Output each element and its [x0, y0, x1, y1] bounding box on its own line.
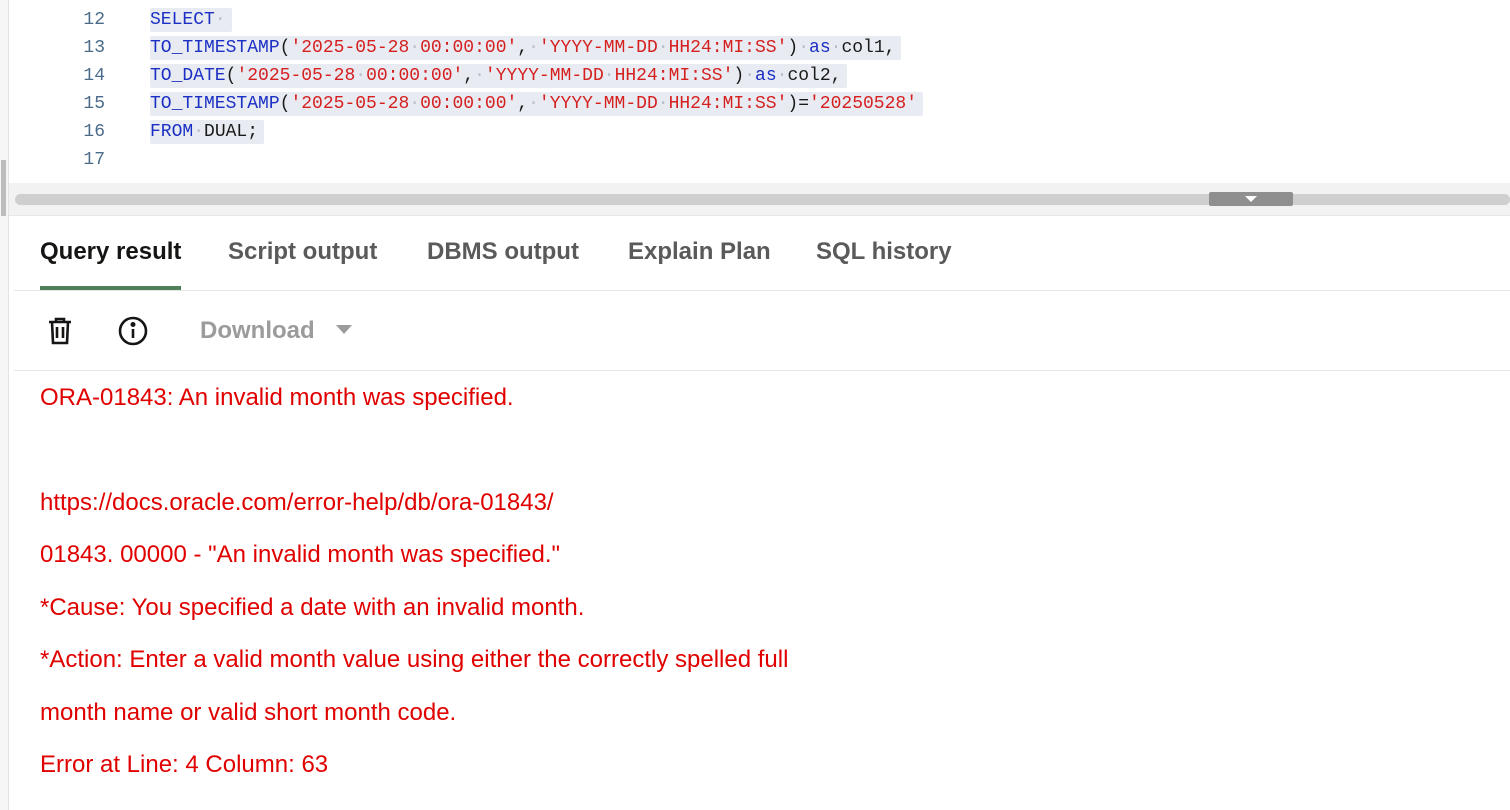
code-token: , — [463, 66, 475, 86]
code-token: HH24:MI:SS' — [614, 66, 734, 86]
code-token: TO_DATE — [150, 66, 226, 86]
error-code-line: 01843. 00000 - "An invalid month was spe… — [40, 541, 561, 568]
line-number: 12 — [83, 10, 105, 30]
code-token: )= — [787, 94, 809, 114]
caret-down-icon[interactable] — [336, 325, 352, 334]
line-code[interactable]: TO_TIMESTAMP('2025-05-28·00:00:00',·'YYY… — [150, 92, 924, 116]
code-line[interactable]: 13 TO_TIMESTAMP('2025-05-28·00:00:00',·'Y… — [9, 34, 1510, 62]
code-line[interactable]: 14 TO_DATE('2025-05-28·00:00:00',·'YYYY-M… — [9, 62, 1510, 90]
line-number: 16 — [83, 122, 105, 142]
error-help-link[interactable]: https://docs.oracle.com/error-help/db/or… — [40, 487, 554, 519]
code-token: ) — [733, 66, 745, 86]
code-token: as — [809, 38, 831, 58]
code-token: SELECT — [150, 10, 215, 30]
code-token: 00:00:00' — [366, 66, 464, 86]
code-token: col1, — [841, 38, 896, 58]
whitespace-marker: · — [657, 94, 669, 114]
code-token: , — [517, 94, 529, 114]
line-code[interactable] — [150, 148, 156, 172]
code-token: HH24:MI:SS' — [668, 94, 788, 114]
line-number: 13 — [83, 38, 105, 58]
line-code[interactable]: TO_TIMESTAMP('2025-05-28·00:00:00',·'YYY… — [150, 36, 902, 60]
whitespace-marker: · — [193, 122, 205, 142]
code-token: col2, — [787, 66, 842, 86]
whitespace-marker: · — [528, 38, 539, 58]
trash-icon[interactable] — [44, 315, 76, 347]
editor-horizontal-scrollbar[interactable] — [9, 183, 1510, 216]
whitespace-marker: · — [409, 94, 421, 114]
whitespace-marker: · — [355, 66, 367, 86]
whitespace-marker: · — [603, 66, 615, 86]
info-icon[interactable] — [117, 315, 149, 347]
line-number: 15 — [83, 94, 105, 114]
line-code[interactable]: SELECT· — [150, 8, 232, 32]
code-token: HH24:MI:SS' — [668, 38, 788, 58]
result-tabs: Query result Script output DBMS output E… — [14, 216, 1510, 291]
error-action: *Action: Enter a valid month value using… — [40, 646, 789, 673]
error-action-continued: month name or valid short month code. — [40, 699, 457, 726]
whitespace-marker: · — [744, 66, 756, 86]
line-number: 14 — [83, 66, 105, 86]
code-token: 'YYYY-MM-DD — [484, 66, 604, 86]
left-panel-strip — [0, 0, 9, 810]
line-code[interactable]: TO_DATE('2025-05-28·00:00:00',·'YYYY-MM-… — [150, 64, 848, 88]
sql-worksheet-window: 12 SELECT· 13 TO_TIMESTAMP('2025-05-28·00:0… — [0, 0, 1510, 810]
whitespace-marker: · — [830, 38, 842, 58]
code-token: '20250528' — [809, 94, 918, 114]
code-token: DUAL; — [204, 122, 259, 142]
whitespace-marker: · — [528, 94, 539, 114]
tab-script-output[interactable]: Script output — [228, 216, 377, 288]
tab-query-result[interactable]: Query result — [40, 216, 182, 290]
error-cause: *Cause: You specified a date with an inv… — [40, 594, 585, 621]
code-editor[interactable]: 12 SELECT· 13 TO_TIMESTAMP('2025-05-28·00:0… — [9, 0, 1510, 183]
code-token: as — [755, 66, 777, 86]
code-line[interactable]: 17 — [9, 146, 1510, 174]
code-token: TO_TIMESTAMP — [150, 38, 280, 58]
download-button[interactable]: Download — [200, 315, 315, 347]
chevron-down-icon — [1245, 196, 1257, 202]
error-position: Error at Line: 4 Column: 63 — [40, 751, 329, 778]
code-token: ( — [225, 66, 237, 86]
collapse-splitter-handle[interactable] — [1209, 192, 1293, 206]
whitespace-marker: · — [657, 38, 669, 58]
whitespace-marker: · — [214, 10, 226, 30]
code-token: ( — [279, 38, 291, 58]
tab-dbms-output[interactable]: DBMS output — [427, 216, 579, 288]
code-line[interactable]: 12 SELECT· — [9, 6, 1510, 34]
whitespace-marker: · — [474, 66, 485, 86]
code-token: 'YYYY-MM-DD — [538, 38, 658, 58]
code-token: 00:00:00' — [420, 38, 518, 58]
code-line[interactable]: 16 FROM·DUAL; — [9, 118, 1510, 146]
line-number: 17 — [83, 150, 105, 170]
code-token: 'YYYY-MM-DD — [538, 94, 658, 114]
code-token: 00:00:00' — [420, 94, 518, 114]
code-token: '2025-05-28 — [236, 66, 356, 86]
whitespace-marker: · — [798, 38, 810, 58]
whitespace-marker: · — [409, 38, 421, 58]
tab-explain-plan[interactable]: Explain Plan — [628, 216, 771, 288]
panel-resize-grip[interactable] — [1, 160, 6, 216]
code-token: ) — [787, 38, 799, 58]
error-message: ORA-01843: An invalid month was specifie… — [40, 384, 514, 411]
code-token: FROM — [150, 122, 194, 142]
code-token: '2025-05-28 — [290, 38, 410, 58]
whitespace-marker: · — [776, 66, 788, 86]
code-token: ( — [279, 94, 291, 114]
code-token: '2025-05-28 — [290, 94, 410, 114]
tab-sql-history[interactable]: SQL history — [816, 216, 952, 288]
code-line[interactable]: 15 TO_TIMESTAMP('2025-05-28·00:00:00',·'Y… — [9, 90, 1510, 118]
code-token: , — [517, 38, 529, 58]
result-toolbar: Download — [14, 291, 1510, 371]
query-result-output: ORA-01843: An invalid month was specifie… — [14, 371, 1510, 810]
line-code[interactable]: FROM·DUAL; — [150, 120, 265, 144]
code-token: TO_TIMESTAMP — [150, 94, 280, 114]
